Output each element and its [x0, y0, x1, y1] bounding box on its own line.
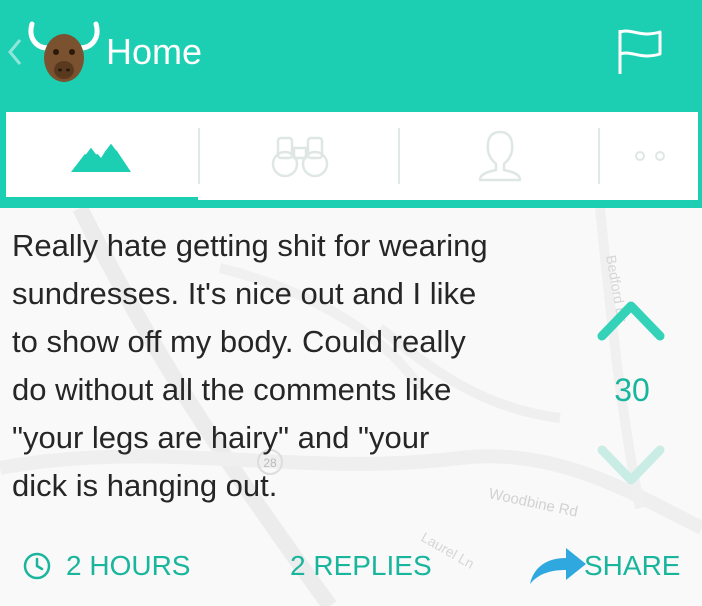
yak-icon: [28, 21, 100, 82]
share-button[interactable]: SHARE: [526, 542, 680, 590]
downvote-button[interactable]: [594, 440, 668, 490]
tab-home[interactable]: [6, 112, 196, 200]
tab-peek[interactable]: [202, 112, 398, 200]
replies-label: 2 REPLIES: [290, 550, 432, 581]
tab-more[interactable]: [602, 112, 698, 200]
tab-divider: [598, 128, 600, 184]
time-label: 2 HOURS: [66, 550, 191, 581]
tab-bar-inner: [6, 112, 698, 200]
app-header: Home: [0, 0, 702, 104]
vote-count: 30: [614, 372, 650, 408]
flag-icon[interactable]: [614, 26, 666, 78]
tab-bar: [0, 104, 702, 208]
mountain-icon: [71, 140, 131, 172]
post-card[interactable]: 28 Woodbine Rd Laurel Ln Bedford Dr Real…: [0, 208, 702, 606]
post-text: Really hate getting shit for wearing sun…: [12, 228, 488, 503]
upvote-button[interactable]: [594, 294, 668, 344]
share-label: SHARE: [584, 550, 681, 581]
post-time: 2 HOURS: [22, 546, 190, 586]
clock-icon: [23, 552, 51, 580]
share-arrow-icon: [530, 548, 586, 584]
tab-divider: [398, 128, 400, 184]
binoculars-icon: [271, 136, 329, 178]
replies-button[interactable]: 2 REPLIES: [290, 546, 432, 586]
profile-icon: [478, 130, 522, 182]
active-tab-indicator: [0, 197, 198, 206]
header-title: Home: [106, 31, 203, 72]
chevron-left-icon[interactable]: [6, 32, 26, 72]
tab-divider: [198, 128, 200, 184]
more-icon: [635, 151, 665, 161]
tab-me[interactable]: [402, 112, 598, 200]
